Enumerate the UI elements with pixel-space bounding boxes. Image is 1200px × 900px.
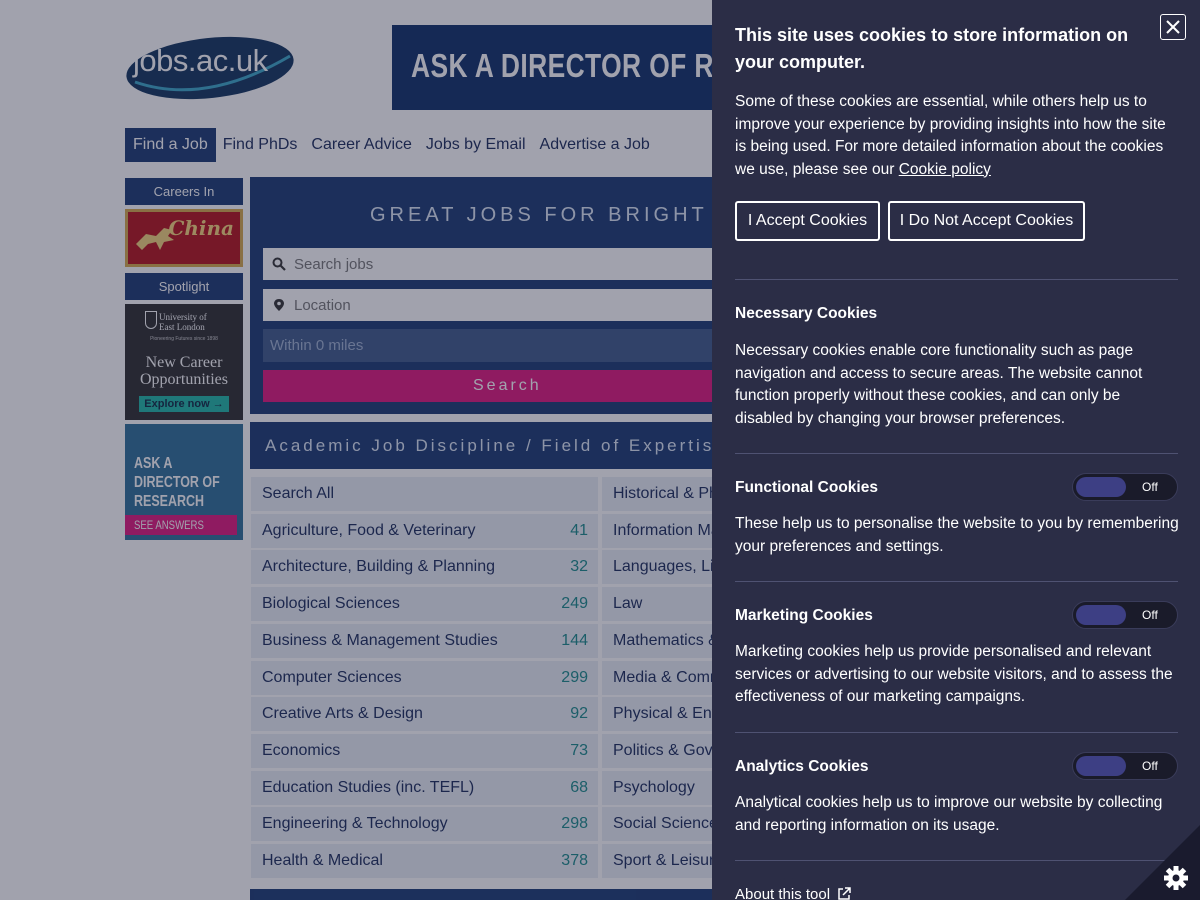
divider (735, 581, 1178, 582)
cookie-policy-link[interactable]: Cookie policy (899, 161, 991, 178)
cookie-intro: Some of these cookies are essential, whi… (735, 91, 1180, 181)
necessary-cookies-text: Necessary cookies enable core functional… (735, 342, 1143, 427)
close-icon (1166, 20, 1180, 34)
decline-cookies-button[interactable]: I Do Not Accept Cookies (888, 201, 1085, 241)
analytics-cookies-toggle[interactable]: Off (1072, 752, 1178, 780)
divider (735, 860, 1178, 861)
cookie-consent-panel: This site uses cookies to store informat… (712, 0, 1200, 900)
toggle-state-label: Off (1142, 608, 1158, 622)
marketing-cookies-toggle[interactable]: Off (1072, 601, 1178, 629)
about-this-tool-link[interactable]: About this tool (735, 886, 851, 900)
about-this-tool-label: About this tool (735, 886, 831, 900)
gear-icon (1125, 825, 1200, 900)
page-dim-overlay (0, 0, 712, 900)
toggle-state-label: Off (1142, 480, 1158, 494)
functional-cookies-text: These help us to personalise the website… (735, 515, 1179, 555)
accept-cookies-button[interactable]: I Accept Cookies (735, 201, 880, 241)
functional-cookies-title: Functional Cookies (735, 479, 878, 496)
external-link-icon (838, 887, 851, 900)
toggle-knob (1076, 756, 1126, 776)
divider (735, 453, 1178, 454)
close-button[interactable] (1160, 14, 1186, 40)
toggle-knob (1076, 605, 1126, 625)
necessary-cookies-title: Necessary Cookies (735, 305, 878, 322)
cookie-settings-corner[interactable] (1125, 825, 1200, 900)
marketing-cookies-text: Marketing cookies help us provide person… (735, 643, 1173, 705)
toggle-state-label: Off (1142, 759, 1158, 773)
toggle-knob (1076, 477, 1126, 497)
marketing-cookies-title: Marketing Cookies (735, 607, 873, 624)
divider (735, 732, 1178, 733)
analytics-cookies-text: Analytical cookies help us to improve ou… (735, 794, 1163, 834)
cookie-panel-title: This site uses cookies to store informat… (735, 25, 1129, 72)
functional-cookies-toggle[interactable]: Off (1072, 473, 1178, 501)
divider (735, 279, 1178, 280)
analytics-cookies-title: Analytics Cookies (735, 758, 869, 775)
